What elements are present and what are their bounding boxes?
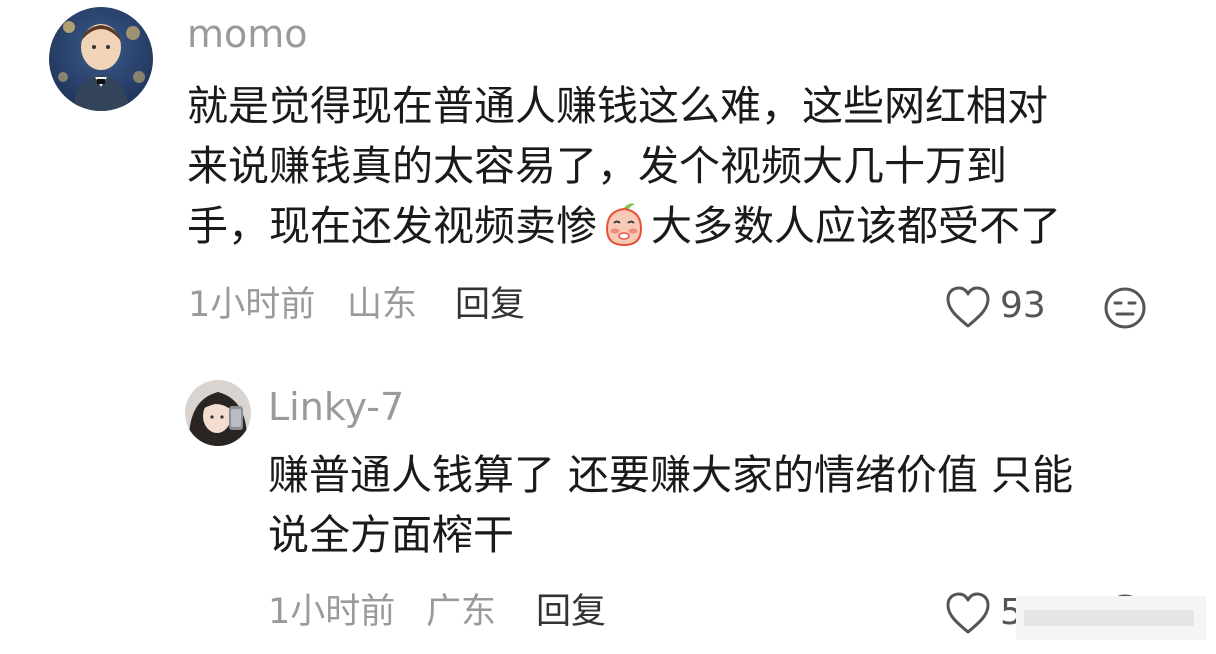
reply-button[interactable]: 回复 [455,288,525,323]
comment-content-line: 就是觉得现在普通人赚钱这么难，这些网红相对 [187,82,1048,130]
comment-content-line: 来说赚钱真的太容易了，发个视频大几十万到 [187,142,1007,190]
watermark-icon [1016,596,1206,640]
reply-button[interactable]: 回复 [536,595,606,630]
like-button[interactable] [944,284,992,330]
avatar[interactable] [49,7,153,111]
reply-time: 1小时前 [268,592,396,632]
avatar-image [185,380,251,446]
neutral-face-icon [1104,287,1146,329]
reply-content-line: 说全方面榨干 [268,511,514,559]
watermark-overlay [1016,596,1206,640]
heart-outline-icon [946,592,990,634]
reply-location: 广东 [426,592,497,632]
comment-content-fragment: 大多数人应该都受不了 [651,202,1061,250]
comment-item: momo 就是觉得现在普通人赚钱这么难，这些网红相对 来说赚钱真的太容易了，发个… [0,0,1216,345]
comment-location: 山东 [347,285,418,325]
reaction-button[interactable] [1102,285,1148,331]
comment-content-fragment: 手，现在还发视频卖惨 [187,202,597,250]
avatar[interactable] [185,380,251,446]
reply-content: 赚普通人钱算了 还要赚大家的情绪价值 只能 说全方面榨干 [268,445,1073,565]
reply-content-line: 赚普通人钱算了 还要赚大家的情绪价值 只能 [268,451,1074,499]
comment-username[interactable]: momo [187,15,308,53]
like-button[interactable] [944,590,992,636]
reply-item: Linky-7 赚普通人钱算了 还要赚大家的情绪价值 只能 说全方面榨干 1小时… [0,360,1216,654]
comment-content: 就是觉得现在普通人赚钱这么难，这些网红相对 来说赚钱真的太容易了，发个视频大几十… [187,76,1061,256]
like-count: 93 [1000,285,1046,326]
comment-content-line: 手，现在还发视频卖惨 大多数人应该都受不了 [187,196,1061,256]
shy-peach-emoji-icon [605,203,643,247]
heart-outline-icon [946,286,990,328]
comment-time: 1小时前 [188,285,316,325]
reply-username[interactable]: Linky-7 [268,388,404,426]
avatar-image [49,7,153,111]
